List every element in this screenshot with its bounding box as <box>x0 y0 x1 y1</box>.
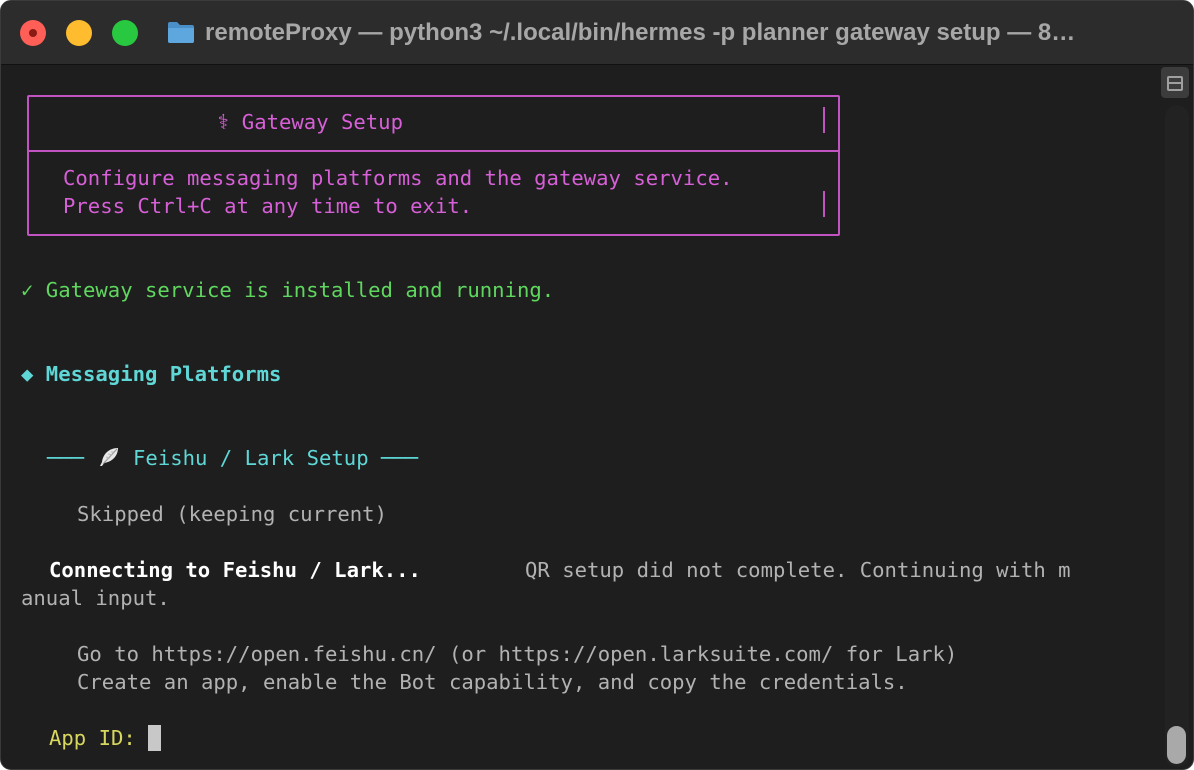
skipped-message: Skipped (keeping current) <box>77 502 387 526</box>
split-pane-divider <box>1169 82 1181 84</box>
qr-status-message: QR setup did not complete. Continuing wi… <box>525 558 1071 582</box>
subsection-rule-left: ─── <box>47 446 85 470</box>
banner-edge <box>823 191 825 217</box>
section-heading: ◆ Messaging Platforms <box>21 362 282 386</box>
folder-icon <box>168 22 194 43</box>
text-cursor <box>148 725 162 751</box>
subsection-title: Feishu / Lark Setup <box>133 446 369 470</box>
connecting-message: Connecting to Feishu / Lark... <box>49 558 421 582</box>
split-pane-icon[interactable] <box>1161 67 1189 98</box>
title-bar[interactable]: remoteProxy — python3 ~/.local/bin/herme… <box>1 1 1193 65</box>
instruction-url: Go to https://open.feishu.cn/ (or https:… <box>77 642 958 666</box>
banner-title: ⚕ Gateway Setup <box>217 110 403 134</box>
banner-edge <box>823 107 825 133</box>
scrollbar-track[interactable] <box>1165 105 1189 767</box>
app-id-prompt[interactable]: App ID: <box>49 724 162 752</box>
maximize-button[interactable] <box>112 20 138 46</box>
window-title: remoteProxy — python3 ~/.local/bin/herme… <box>205 19 1076 46</box>
feather-icon <box>99 448 118 466</box>
scrollbar-thumb[interactable] <box>1167 726 1186 764</box>
terminal-window: remoteProxy — python3 ~/.local/bin/herme… <box>0 0 1194 770</box>
close-button[interactable] <box>20 20 46 46</box>
terminal-content[interactable]: ⚕ Gateway Setup Configure messaging plat… <box>1 65 1161 769</box>
instruction-credentials: Create an app, enable the Bot capability… <box>77 670 908 694</box>
prompt-label: App ID: <box>49 726 136 750</box>
subsection-heading: ─── Feishu / Lark Setup ─── <box>47 444 418 472</box>
banner-exit-hint: Press Ctrl+C at any time to exit. <box>63 194 473 218</box>
minimize-button[interactable] <box>66 20 92 46</box>
qr-status-message-wrap: anual input. <box>21 586 170 610</box>
banner-description: Configure messaging platforms and the ga… <box>63 166 733 190</box>
banner-divider <box>27 150 840 152</box>
gateway-status: ✓ Gateway service is installed and runni… <box>21 278 555 302</box>
subsection-rule-right: ─── <box>381 446 419 470</box>
